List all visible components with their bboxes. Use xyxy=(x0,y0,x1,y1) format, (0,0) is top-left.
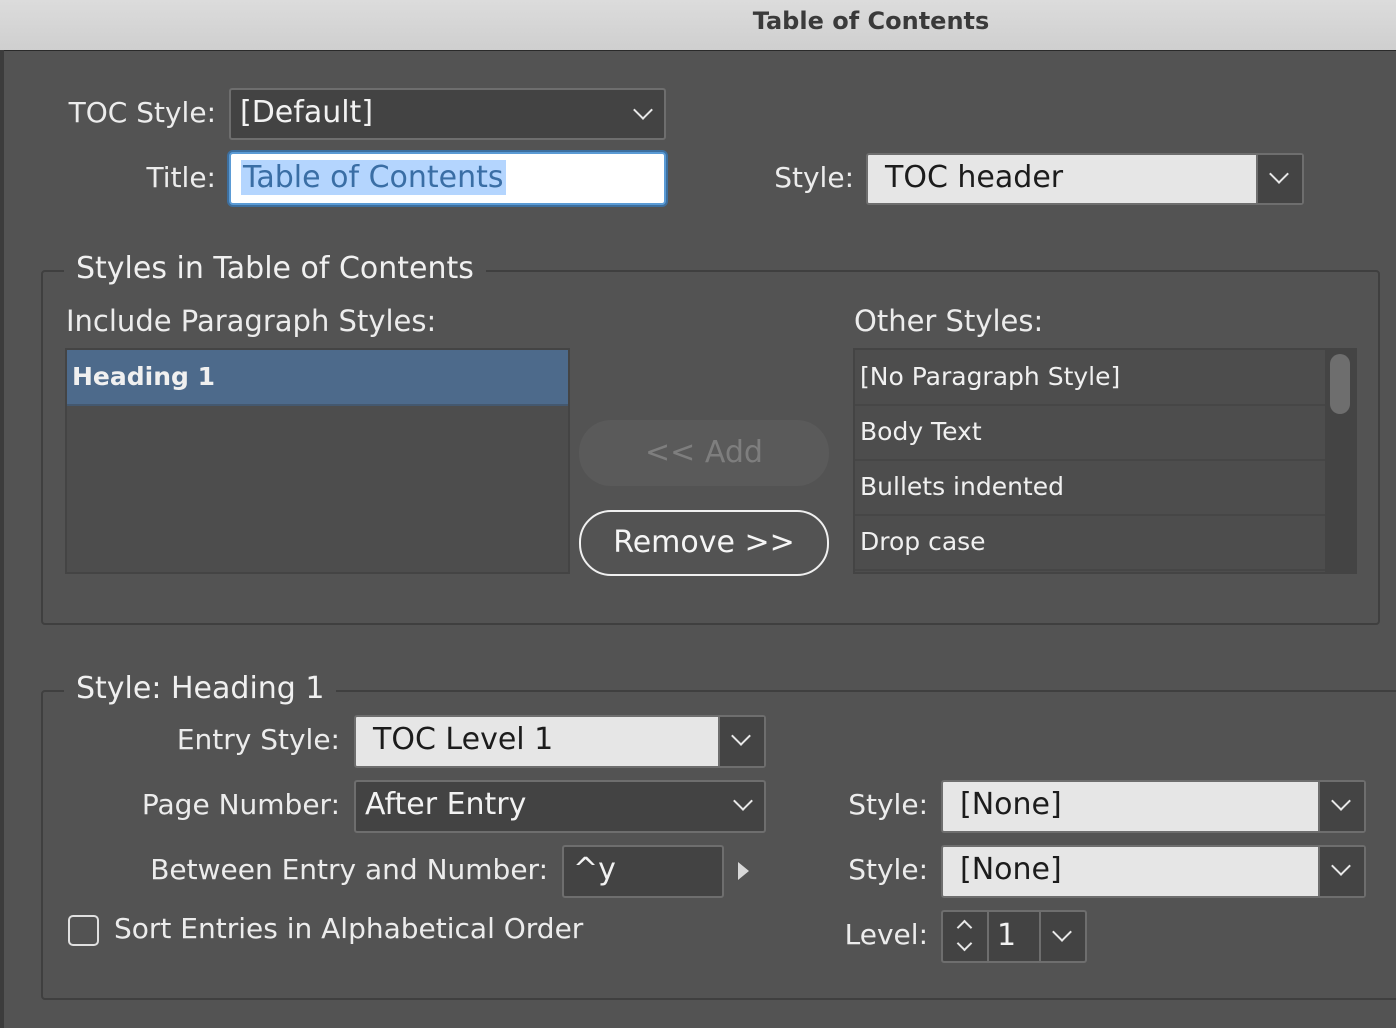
window-title: Table of Contents xyxy=(752,7,990,35)
page-number-style-value: [None] xyxy=(960,787,1062,822)
chevron-down-icon xyxy=(733,791,753,811)
list-item[interactable]: Body Text xyxy=(855,405,1325,461)
title-style-label: Style: xyxy=(774,161,854,194)
chevron-down-icon xyxy=(1331,856,1351,876)
level-stepper[interactable]: 1 xyxy=(941,910,1087,963)
scrollbar-thumb[interactable] xyxy=(1330,354,1350,414)
special-characters-menu-icon[interactable] xyxy=(738,862,749,880)
toc-style-dropdown[interactable]: [Default] xyxy=(229,88,666,140)
level-stepper-arrows[interactable] xyxy=(943,912,989,961)
include-styles-label: Include Paragraph Styles: xyxy=(66,304,437,338)
between-style-label: Style: xyxy=(848,853,928,886)
include-styles-list[interactable]: Heading 1 xyxy=(65,348,570,574)
toc-style-value: [Default] xyxy=(240,95,374,130)
chevron-down-icon[interactable] xyxy=(956,935,973,952)
sort-alphabetical-checkbox[interactable] xyxy=(68,915,99,946)
title-style-value: TOC header xyxy=(885,160,1064,195)
title-input[interactable]: Table of Contents xyxy=(229,152,666,205)
styles-in-toc-legend: Styles in Table of Contents xyxy=(64,251,486,286)
title-input-value: Table of Contents xyxy=(241,160,506,195)
list-item[interactable]: Drop case xyxy=(855,515,1325,571)
title-label: Title: xyxy=(146,161,216,194)
style-heading-legend: Style: Heading 1 xyxy=(64,671,337,706)
remove-button[interactable]: Remove >> xyxy=(579,510,829,576)
between-style-dropdown[interactable]: [None] xyxy=(941,845,1366,898)
between-entry-input[interactable]: ^y xyxy=(562,845,724,898)
entry-style-dropdown[interactable]: TOC Level 1 xyxy=(354,715,766,768)
toc-style-label: TOC Style: xyxy=(68,96,216,129)
list-item-label: Body Text xyxy=(860,417,982,446)
sort-alphabetical-label: Sort Entries in Alphabetical Order xyxy=(114,912,584,945)
list-item[interactable]: [No Paragraph Style] xyxy=(855,350,1325,406)
list-item-label: Bullets indented xyxy=(860,472,1064,501)
page-number-dropdown[interactable]: After Entry xyxy=(354,780,766,833)
add-button[interactable]: << Add xyxy=(579,420,829,486)
page-number-style-dropdown-button[interactable] xyxy=(1318,782,1364,831)
level-value: 1 xyxy=(997,918,1017,953)
list-item-label: Heading 1 xyxy=(72,362,216,391)
title-style-dropdown-button[interactable] xyxy=(1256,155,1302,203)
chevron-down-icon xyxy=(1331,791,1351,811)
page-number-style-label: Style: xyxy=(848,788,928,821)
chevron-down-icon xyxy=(1052,922,1072,942)
entry-style-value: TOC Level 1 xyxy=(373,722,554,757)
between-style-value: [None] xyxy=(960,852,1062,887)
level-dropdown-button[interactable] xyxy=(1039,912,1085,961)
other-styles-list[interactable]: [No Paragraph Style] Body Text Bullets i… xyxy=(853,348,1357,574)
page-number-label: Page Number: xyxy=(141,788,340,821)
chevron-down-icon xyxy=(731,726,751,746)
scrollbar-track[interactable] xyxy=(1325,350,1355,572)
title-style-dropdown[interactable]: TOC header xyxy=(866,153,1304,205)
list-item-label: [No Paragraph Style] xyxy=(860,362,1121,391)
between-entry-value: ^y xyxy=(573,852,616,887)
other-styles-label: Other Styles: xyxy=(854,304,1044,338)
chevron-up-icon[interactable] xyxy=(956,919,973,936)
page-number-value: After Entry xyxy=(365,787,527,822)
window-titlebar: Table of Contents xyxy=(0,0,1396,51)
entry-style-dropdown-button[interactable] xyxy=(718,717,764,766)
list-item[interactable]: Heading 1 xyxy=(67,350,568,406)
between-style-dropdown-button[interactable] xyxy=(1318,847,1364,896)
chevron-down-icon xyxy=(633,100,653,120)
between-entry-label: Between Entry and Number: xyxy=(150,853,548,886)
level-label: Level: xyxy=(844,918,928,951)
chevron-down-icon xyxy=(1269,164,1289,184)
window-left-edge xyxy=(0,50,4,1028)
list-item-label: Drop case xyxy=(860,527,986,556)
list-item[interactable]: Bullets indented xyxy=(855,460,1325,516)
page-number-style-dropdown[interactable]: [None] xyxy=(941,780,1366,833)
entry-style-label: Entry Style: xyxy=(176,723,340,756)
